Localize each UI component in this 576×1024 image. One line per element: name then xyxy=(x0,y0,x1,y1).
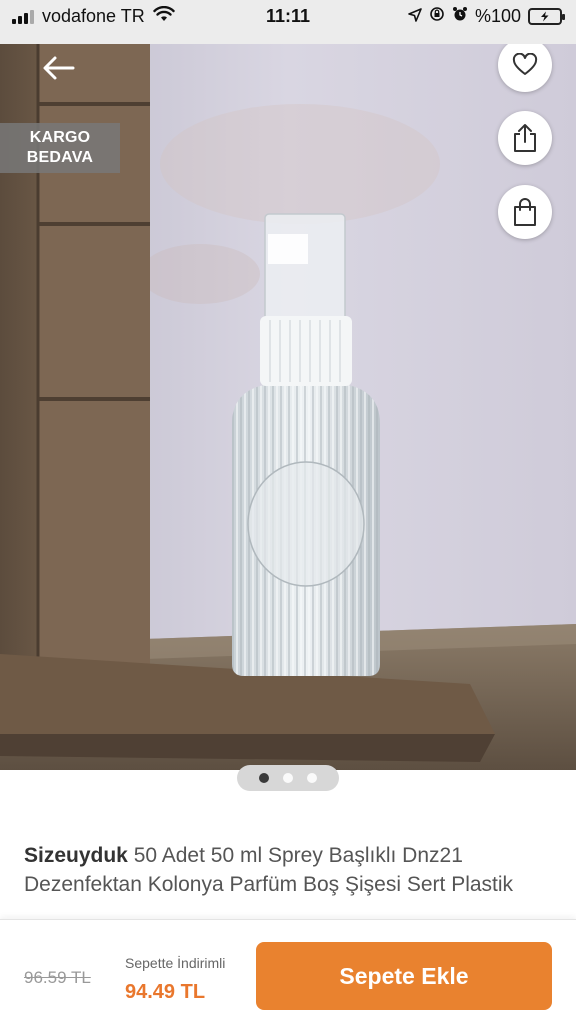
pagination-dot-2[interactable] xyxy=(283,773,293,783)
product-title: Sizeuyduk 50 Adet 50 ml Sprey Başlıklı D… xyxy=(24,841,554,919)
free-shipping-line1: KARGO xyxy=(29,129,91,146)
image-pagination[interactable] xyxy=(237,765,339,791)
share-icon xyxy=(514,124,536,152)
discounted-price: 94.49 TL xyxy=(125,981,206,1003)
shopping-bag-icon xyxy=(514,198,536,226)
status-right: %100 xyxy=(408,6,565,27)
status-bar: vodafone TR 11:11 %100 xyxy=(0,0,576,44)
pagination-dot-1[interactable] xyxy=(259,773,269,783)
favorite-button[interactable] xyxy=(498,38,552,92)
battery-charging-icon xyxy=(528,8,565,25)
purchase-bar: 96.59 TL Sepette İndirimli 94.49 TL Sepe… xyxy=(0,919,576,1024)
battery-label: %100 xyxy=(474,6,521,26)
old-price: 96.59 TL xyxy=(24,968,91,987)
cart-button[interactable] xyxy=(498,185,552,239)
free-shipping-badge: KARGO BEDAVA xyxy=(0,123,120,173)
alarm-icon xyxy=(452,6,468,27)
product-brand[interactable]: Sizeuyduk xyxy=(24,844,128,867)
back-button[interactable] xyxy=(34,50,84,86)
pagination-dot-3[interactable] xyxy=(307,773,317,783)
location-icon xyxy=(408,6,422,27)
share-button[interactable] xyxy=(498,111,552,165)
discount-label: Sepette İndirimli xyxy=(125,955,226,971)
add-to-cart-button[interactable]: Sepete Ekle xyxy=(256,942,552,1010)
free-shipping-line2: BEDAVA xyxy=(26,149,94,166)
rotation-lock-icon xyxy=(429,6,445,27)
arrow-left-icon xyxy=(43,56,75,80)
heart-icon xyxy=(512,53,538,75)
